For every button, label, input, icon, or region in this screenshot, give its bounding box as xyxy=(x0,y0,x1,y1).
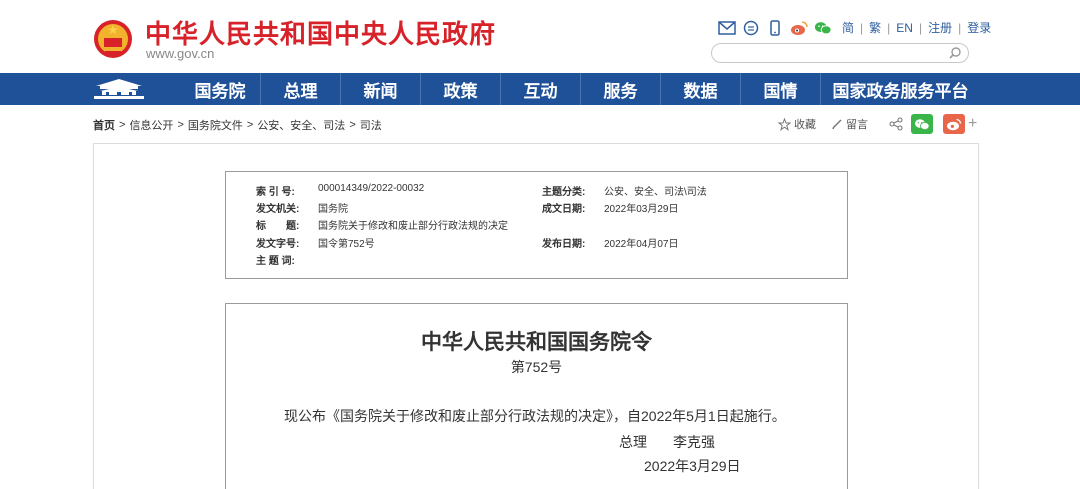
document-text: 现公布《国务院关于修改和废止部分行政法规的决定》，自2022年5月1日起施行。 xyxy=(284,408,786,424)
nav-item-services[interactable]: 服务 xyxy=(580,73,660,105)
breadcrumb: 首页 > 信息公开 > 国务院文件 > 公安、安全、司法 > 司法 xyxy=(93,117,382,133)
nav-item-interaction[interactable]: 互动 xyxy=(500,73,580,105)
meta-row-title: 标 题: 国务院关于修改和废止部分行政法规的决定 xyxy=(256,217,508,232)
nav-menu: 国务院 总理 新闻 政策 互动 服务 数据 国情 国家政务服务平台 xyxy=(180,73,980,105)
national-emblem-icon[interactable] xyxy=(93,17,133,61)
favorite-label: 收藏 xyxy=(794,119,816,131)
divider: | xyxy=(887,20,891,35)
message-icon[interactable] xyxy=(742,20,760,36)
document-number: 第752号 xyxy=(510,359,563,375)
weibo-icon[interactable] xyxy=(790,20,808,36)
meta-label-docno: 发文字号: xyxy=(256,239,300,250)
site-header: 中华人民共和国中央人民政府 www.gov.cn 简 | 繁 | EN | 注册… xyxy=(0,0,1080,73)
mobile-icon[interactable] xyxy=(766,19,784,36)
meta-label-category: 主题分类: xyxy=(542,187,586,198)
meta-value-published: 2022年04月07日 xyxy=(604,239,679,250)
signer-name: 李克强 xyxy=(673,434,715,450)
document-date: 2022年3月29日 xyxy=(644,458,741,474)
comment-button[interactable]: 留言 xyxy=(831,116,868,132)
star-icon xyxy=(778,117,791,131)
traditional-chinese-link[interactable]: 繁 xyxy=(869,19,881,36)
nav-item-news[interactable]: 新闻 xyxy=(340,73,420,105)
meta-row-created: 成文日期: 2022年03月29日 xyxy=(542,200,679,215)
register-link[interactable]: 注册 xyxy=(928,19,952,36)
meta-value-docno: 国令第752号 xyxy=(318,239,375,250)
language-account-links: 简 | 繁 | EN | 注册 | 登录 xyxy=(842,19,991,36)
meta-row-issuer: 发文机关: 国务院 xyxy=(256,200,348,215)
pencil-icon xyxy=(832,119,842,129)
main-nav: 国务院 总理 新闻 政策 互动 服务 数据 国情 国家政务服务平台 xyxy=(0,73,1080,105)
meta-value-category: 公安、安全、司法\司法 xyxy=(604,187,707,198)
breadcrumb-separator: > xyxy=(349,119,356,131)
search-input[interactable] xyxy=(720,44,948,62)
favorite-button[interactable]: 收藏 xyxy=(778,116,816,132)
breadcrumb-item-info-disclosure[interactable]: 信息公开 xyxy=(129,117,173,133)
breadcrumb-separator: > xyxy=(246,119,254,131)
signer-title: 总理 xyxy=(619,434,647,450)
site-domain: www.gov.cn xyxy=(146,46,215,61)
meta-row-keywords: 主 题 词: xyxy=(256,252,318,267)
meta-label-title: 标 题: xyxy=(256,221,300,232)
page-tools: 收藏 留言 + xyxy=(778,114,977,134)
simplified-chinese-link[interactable]: 简 xyxy=(842,19,854,36)
meta-label-index: 索 引 号: xyxy=(256,187,295,198)
login-link[interactable]: 登录 xyxy=(967,19,991,36)
nav-item-premier[interactable]: 总理 xyxy=(260,73,340,105)
tiananmen-icon[interactable] xyxy=(92,77,146,101)
share-icon[interactable] xyxy=(889,117,903,131)
english-link[interactable]: EN xyxy=(896,21,913,35)
share-weibo-button[interactable] xyxy=(943,114,965,134)
document-signature: 总理 李克强 xyxy=(619,432,715,452)
meta-row-docno: 发文字号: 国令第752号 xyxy=(256,235,375,250)
document-metadata-table: 索 引 号: 000014349/2022-00032 主题分类: 公安、安全、… xyxy=(225,171,848,279)
divider: | xyxy=(918,20,923,35)
meta-label-created: 成文日期: xyxy=(542,204,586,215)
comment-label: 留言 xyxy=(846,119,868,131)
meta-value-issuer: 国务院 xyxy=(318,204,348,215)
mail-icon[interactable] xyxy=(718,20,736,36)
breadcrumb-home[interactable]: 首页 xyxy=(93,117,115,133)
nav-item-data[interactable]: 数据 xyxy=(660,73,740,105)
top-toolbar: 简 | 繁 | EN | 注册 | 登录 xyxy=(718,19,991,36)
breadcrumb-item-state-council-docs[interactable]: 国务院文件 xyxy=(188,117,243,133)
meta-label-issuer: 发文机关: xyxy=(256,204,300,215)
divider: | xyxy=(860,20,864,35)
search-box xyxy=(711,43,969,63)
breadcrumb-item-judiciary[interactable]: 司法 xyxy=(360,117,382,133)
breadcrumb-separator: > xyxy=(177,119,184,131)
breadcrumb-separator: > xyxy=(119,119,126,131)
more-share-button[interactable]: + xyxy=(968,115,977,133)
meta-row-category: 主题分类: 公安、安全、司法\司法 xyxy=(542,183,707,198)
document-title: 中华人民共和国国务院令 xyxy=(421,330,652,354)
search-icon[interactable] xyxy=(948,46,962,60)
weibo-icon xyxy=(947,118,962,130)
meta-row-index: 索 引 号: 000014349/2022-00032 xyxy=(256,183,424,198)
share-wechat-button[interactable] xyxy=(911,114,933,134)
meta-value-title: 国务院关于修改和废止部分行政法规的决定 xyxy=(318,221,508,232)
meta-label-published: 发布日期: xyxy=(542,239,586,250)
meta-row-published: 发布日期: 2022年04月07日 xyxy=(542,235,679,250)
nav-item-national-info[interactable]: 国情 xyxy=(740,73,820,105)
meta-label-keywords: 主 题 词: xyxy=(256,256,295,267)
meta-value-index: 000014349/2022-00032 xyxy=(318,183,425,194)
divider: | xyxy=(958,20,962,35)
nav-item-policy[interactable]: 政策 xyxy=(420,73,500,105)
breadcrumb-item-public-security[interactable]: 公安、安全、司法 xyxy=(257,117,345,133)
nav-item-gov-service-platform[interactable]: 国家政务服务平台 xyxy=(820,73,980,105)
nav-item-state-council[interactable]: 国务院 xyxy=(180,73,260,105)
wechat-icon[interactable] xyxy=(814,20,832,36)
wechat-icon xyxy=(915,118,930,130)
meta-value-created: 2022年03月29日 xyxy=(604,204,679,215)
